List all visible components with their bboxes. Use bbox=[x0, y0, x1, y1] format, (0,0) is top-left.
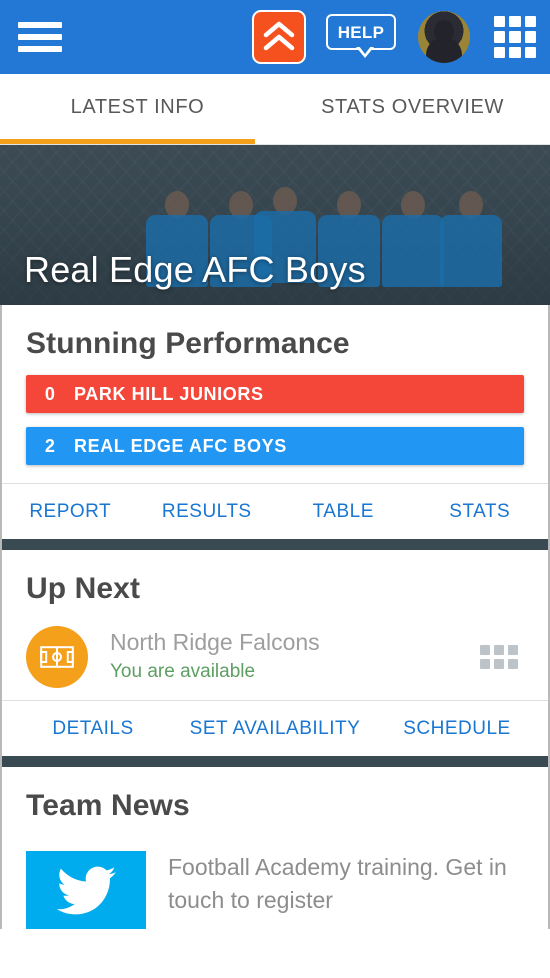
grid-cell bbox=[494, 659, 504, 669]
up-next-section: Up Next North Ridge Falcons You are avai… bbox=[2, 550, 548, 700]
hamburger-line bbox=[18, 34, 62, 40]
grid-cell bbox=[524, 16, 536, 28]
hamburger-line bbox=[18, 22, 62, 28]
grid-cell bbox=[494, 31, 506, 43]
pitch-icon-badge bbox=[26, 626, 88, 688]
help-bubble: HELP bbox=[326, 14, 396, 50]
help-button[interactable]: HELP bbox=[326, 14, 396, 60]
grid-cell bbox=[508, 659, 518, 669]
action-set-availability[interactable]: SET AVAILABILITY bbox=[184, 718, 366, 740]
score-row-home[interactable]: 0 PARK HILL JUNIORS bbox=[26, 375, 524, 413]
boost-chevron-up-button[interactable] bbox=[252, 10, 306, 64]
app-root: HELP LATEST INFO STATS OVERVIEW Real Edg… bbox=[0, 0, 550, 978]
team-name: PARK HILL JUNIORS bbox=[74, 383, 264, 404]
action-table[interactable]: TABLE bbox=[275, 501, 412, 523]
double-chevron-up-icon bbox=[263, 21, 295, 51]
grid-cell bbox=[480, 645, 490, 655]
fixture-options-grid-icon[interactable] bbox=[480, 645, 518, 669]
fixture-opponent: North Ridge Falcons bbox=[110, 629, 320, 656]
grid-cell bbox=[494, 16, 506, 28]
grid-cell bbox=[509, 46, 521, 58]
team-news-section: Team News Football Academy training. Get… bbox=[2, 767, 548, 929]
help-label: HELP bbox=[337, 22, 385, 42]
grid-cell bbox=[494, 645, 504, 655]
score-row-away[interactable]: 2 REAL EDGE AFC BOYS bbox=[26, 427, 524, 465]
performance-card: Stunning Performance 0 PARK HILL JUNIORS… bbox=[0, 305, 550, 539]
tab-active-indicator bbox=[0, 139, 255, 144]
apps-grid-icon[interactable] bbox=[494, 16, 536, 58]
fixture-row[interactable]: North Ridge Falcons You are available bbox=[26, 626, 524, 688]
action-results[interactable]: RESULTS bbox=[139, 501, 276, 523]
grid-cell bbox=[508, 645, 518, 655]
grid-cell bbox=[480, 659, 490, 669]
performance-section: Stunning Performance 0 PARK HILL JUNIORS… bbox=[2, 305, 548, 483]
hamburger-line bbox=[18, 46, 62, 52]
help-bubble-tail-icon bbox=[356, 46, 374, 58]
news-item[interactable]: Football Academy training. Get in touch … bbox=[26, 851, 524, 929]
tab-bar: LATEST INFO STATS OVERVIEW bbox=[0, 74, 550, 145]
action-report[interactable]: REPORT bbox=[2, 501, 139, 523]
up-next-title: Up Next bbox=[26, 572, 141, 605]
tab-label: LATEST INFO bbox=[70, 95, 205, 118]
action-stats[interactable]: STATS bbox=[412, 501, 549, 523]
tab-stats-overview[interactable]: STATS OVERVIEW bbox=[275, 74, 550, 144]
tab-label: STATS OVERVIEW bbox=[321, 95, 504, 118]
news-text: Football Academy training. Get in touch … bbox=[168, 854, 507, 913]
up-next-card: Up Next North Ridge Falcons You are avai… bbox=[0, 550, 550, 756]
team-news-card: Team News Football Academy training. Get… bbox=[0, 767, 550, 929]
football-pitch-icon bbox=[40, 646, 74, 668]
grid-cell bbox=[494, 46, 506, 58]
tab-latest-info[interactable]: LATEST INFO bbox=[0, 74, 275, 144]
avatar[interactable] bbox=[418, 11, 470, 63]
team-name-title: Real Edge AFC Boys bbox=[24, 249, 366, 290]
app-header: HELP bbox=[0, 0, 550, 74]
section-divider bbox=[0, 539, 550, 550]
up-next-actions: DETAILS SET AVAILABILITY SCHEDULE bbox=[2, 700, 548, 756]
grid-cell bbox=[509, 31, 521, 43]
action-details[interactable]: DETAILS bbox=[2, 718, 184, 740]
hamburger-menu-icon[interactable] bbox=[18, 19, 62, 55]
action-schedule[interactable]: SCHEDULE bbox=[366, 718, 548, 740]
performance-title: Stunning Performance bbox=[26, 327, 350, 360]
team-hero-banner[interactable]: Real Edge AFC Boys bbox=[0, 145, 550, 305]
team-news-title: Team News bbox=[26, 789, 190, 822]
fixture-details: North Ridge Falcons You are available bbox=[110, 628, 480, 685]
score-value: 2 bbox=[44, 435, 56, 456]
grid-cell bbox=[524, 31, 536, 43]
grid-cell bbox=[524, 46, 536, 58]
performance-actions: REPORT RESULTS TABLE STATS bbox=[2, 483, 548, 539]
grid-cell bbox=[509, 16, 521, 28]
team-name: REAL EDGE AFC BOYS bbox=[74, 435, 287, 456]
section-divider bbox=[0, 756, 550, 767]
twitter-bird-icon bbox=[56, 866, 116, 915]
score-value: 0 bbox=[44, 383, 56, 404]
availability-status: You are available bbox=[110, 661, 256, 683]
twitter-tile bbox=[26, 851, 146, 929]
avatar-body-icon bbox=[426, 37, 462, 63]
